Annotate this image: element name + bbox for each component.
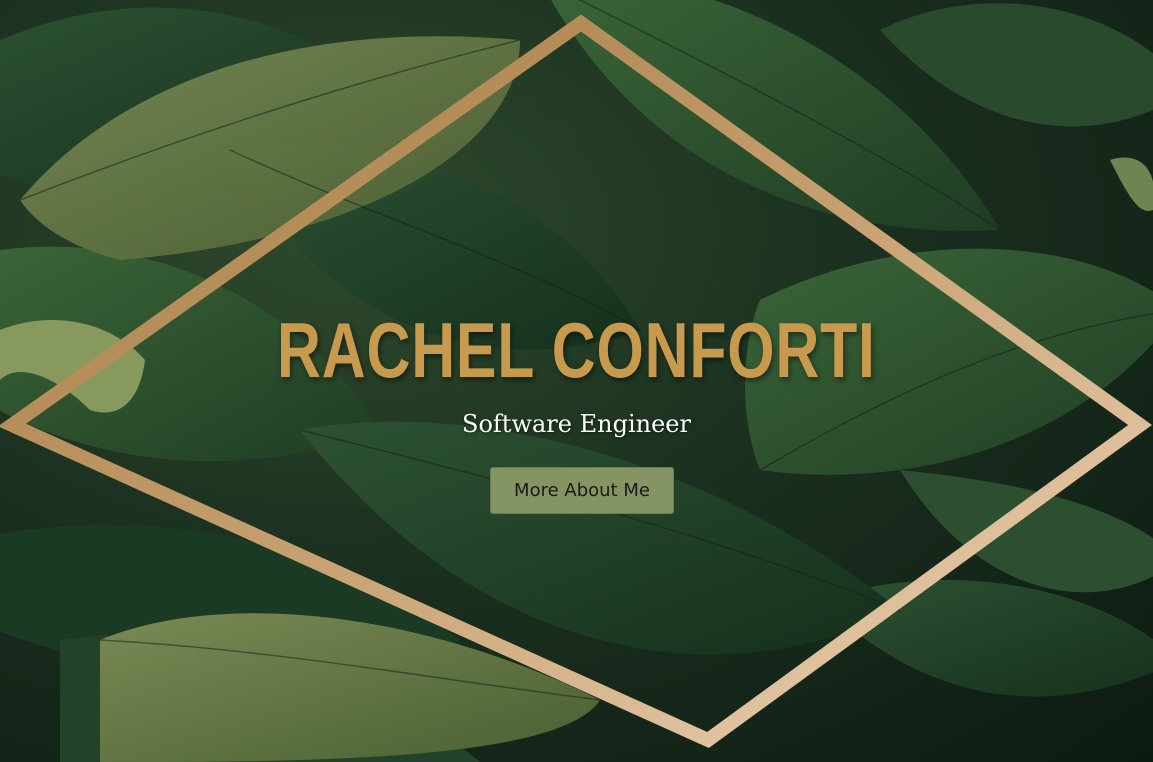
hero-section: RACHEL CONFORTI Software Engineer More A… <box>0 0 1153 762</box>
hero-content: RACHEL CONFORTI Software Engineer More A… <box>0 0 1153 762</box>
more-about-me-button[interactable]: More About Me <box>490 467 674 514</box>
hero-name: RACHEL CONFORTI <box>277 306 876 394</box>
hero-subtitle: Software Engineer <box>462 410 691 438</box>
